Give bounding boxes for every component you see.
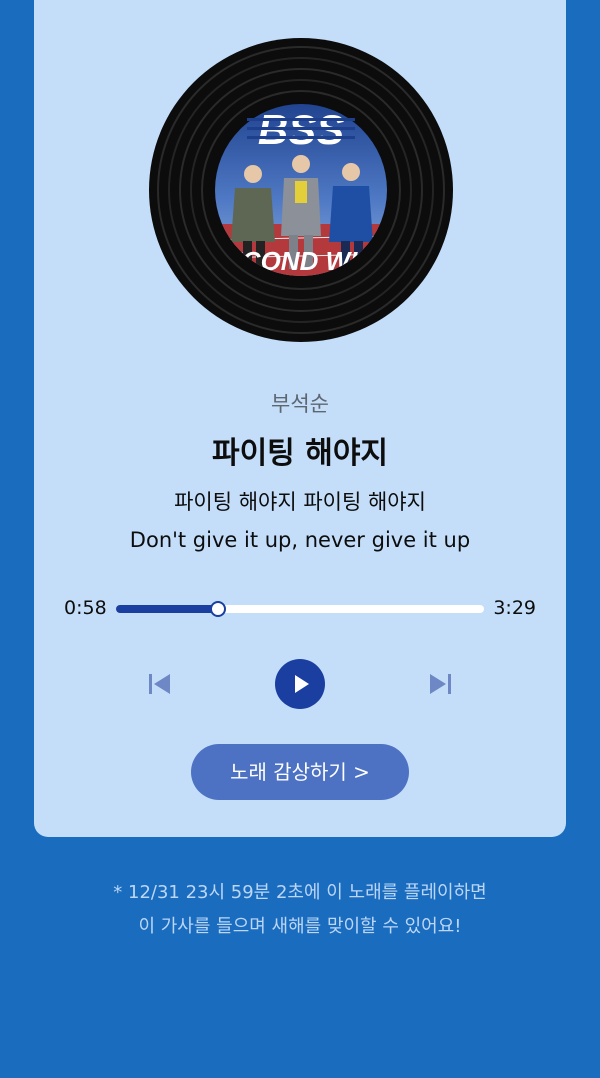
vinyl-record: SECOND WIND BSS bbox=[149, 38, 453, 342]
progress-fill bbox=[116, 605, 218, 613]
song-title: 파이팅 해야지 bbox=[211, 436, 389, 471]
new-year-footnote: * 12/31 23시 59분 2초에 이 노래를 플레이하면 이 가사를 들으… bbox=[0, 876, 600, 944]
play-icon bbox=[295, 675, 309, 693]
artist-name: 부석순 bbox=[271, 392, 329, 416]
listen-song-button[interactable]: 노래 감상하기 > bbox=[191, 744, 409, 800]
progress-thumb[interactable] bbox=[209, 601, 226, 617]
total-time: 3:29 bbox=[493, 597, 536, 619]
lyric-line-korean: 파이팅 해야지 파이팅 해야지 bbox=[174, 490, 426, 514]
skip-previous-icon[interactable] bbox=[146, 670, 174, 698]
lyric-line-english: Don't give it up, never give it up bbox=[129, 528, 471, 552]
player-card: SECOND WIND BSS 부석순 파이팅 해야지 파이팅 해야지 파이팅 … bbox=[34, 0, 566, 837]
play-button[interactable] bbox=[275, 659, 325, 709]
footnote-line-2: 이 가사를 들으며 새해를 맞이할 수 있어요! bbox=[138, 916, 462, 937]
current-time: 0:58 bbox=[64, 597, 107, 619]
skip-next-icon[interactable] bbox=[426, 670, 454, 698]
progress-bar[interactable] bbox=[116, 601, 484, 617]
footnote-line-1: * 12/31 23시 59분 2초에 이 노래를 플레이하면 bbox=[113, 882, 487, 903]
